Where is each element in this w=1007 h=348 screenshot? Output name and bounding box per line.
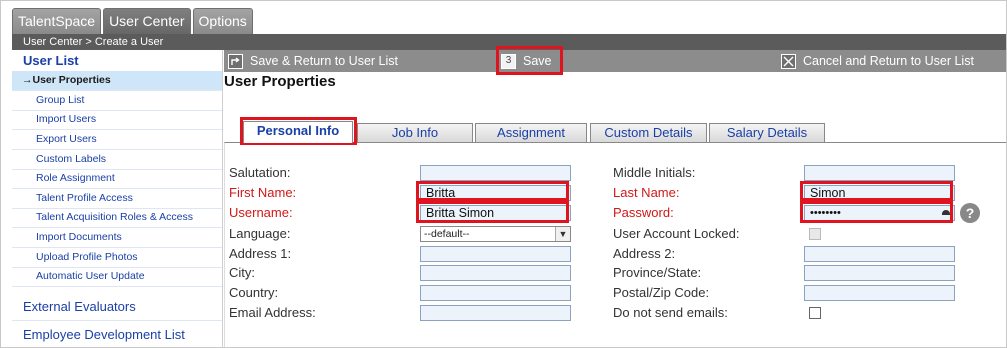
password-mask: •••••••• bbox=[810, 207, 841, 219]
sidebar-divider bbox=[12, 320, 222, 321]
language-label: Language: bbox=[229, 226, 291, 241]
save-label: Save bbox=[523, 53, 552, 68]
sidebar-item-import-documents[interactable]: Import Documents bbox=[12, 228, 222, 247]
action-toolbar: Save & Return to User List 3 Save Cancel… bbox=[224, 50, 1006, 72]
province-input[interactable] bbox=[804, 265, 955, 281]
account-locked-label: User Account Locked: bbox=[613, 226, 740, 241]
tab-salary-details[interactable]: Salary Details bbox=[709, 123, 825, 142]
no-emails-checkbox[interactable] bbox=[809, 307, 821, 319]
password-input[interactable]: •••••••• bbox=[804, 205, 955, 221]
email-label: Email Address: bbox=[229, 305, 316, 320]
city-label: City: bbox=[229, 265, 255, 280]
first-name-label: First Name: bbox=[229, 185, 297, 200]
tab-personal-info[interactable]: Personal Info bbox=[243, 121, 353, 143]
page-title: User Properties bbox=[224, 73, 336, 90]
address2-label: Address 2: bbox=[613, 246, 676, 261]
save-and-return-button[interactable]: Save & Return to User List bbox=[228, 50, 398, 72]
first-name-input[interactable] bbox=[420, 185, 571, 201]
username-label: Username: bbox=[229, 205, 293, 220]
password-label: Password: bbox=[613, 205, 674, 220]
username-input[interactable] bbox=[420, 205, 571, 221]
tab-assignment[interactable]: Assignment bbox=[475, 123, 587, 142]
breadcrumb: User Center > Create a User bbox=[12, 34, 1006, 50]
sidebar-item-group-list[interactable]: Group List bbox=[12, 91, 222, 110]
account-locked-checkbox[interactable] bbox=[809, 228, 821, 240]
language-select[interactable]: --default-- ▼ bbox=[420, 226, 571, 242]
address1-label: Address 1: bbox=[229, 246, 292, 261]
sidebar: User List →User Properties Group List Im… bbox=[12, 50, 223, 347]
sidebar-item-upload-profile-photos[interactable]: Upload Profile Photos bbox=[12, 248, 222, 267]
tab-options[interactable]: Options bbox=[192, 8, 253, 34]
last-name-label: Last Name: bbox=[613, 185, 680, 200]
sidebar-divider bbox=[12, 286, 222, 287]
save-button[interactable]: 3 Save bbox=[501, 50, 552, 72]
top-tab-bar: TalentSpace User Center Options bbox=[12, 8, 255, 35]
country-input[interactable] bbox=[420, 285, 571, 301]
salutation-label: Salutation: bbox=[229, 165, 291, 180]
postal-label: Postal/Zip Code: bbox=[613, 285, 710, 300]
sidebar-item-automatic-user-update[interactable]: Automatic User Update bbox=[12, 267, 222, 286]
salutation-input[interactable] bbox=[420, 165, 571, 181]
city-input[interactable] bbox=[420, 265, 571, 281]
province-label: Province/State: bbox=[613, 265, 702, 280]
sidebar-item-talent-profile-access[interactable]: Talent Profile Access bbox=[12, 189, 222, 208]
show-password-icon[interactable] bbox=[942, 210, 950, 215]
save-and-return-label: Save & Return to User List bbox=[250, 53, 398, 68]
cancel-and-return-label: Cancel and Return to User List bbox=[803, 53, 974, 68]
sidebar-title-user-list[interactable]: User List bbox=[23, 53, 79, 68]
middle-initials-label: Middle Initials: bbox=[613, 165, 696, 180]
tab-user-center[interactable]: User Center bbox=[103, 8, 191, 35]
sidebar-item-custom-labels[interactable]: Custom Labels bbox=[12, 150, 222, 169]
return-arrow-icon bbox=[228, 53, 243, 69]
help-icon[interactable]: ? bbox=[960, 203, 980, 223]
email-input[interactable] bbox=[420, 305, 571, 321]
tab-talentspace[interactable]: TalentSpace bbox=[12, 8, 102, 34]
address2-input[interactable] bbox=[804, 246, 955, 262]
app-window: TalentSpace User Center Options User Cen… bbox=[0, 0, 1007, 348]
cancel-and-return-button[interactable]: Cancel and Return to User List bbox=[781, 50, 974, 72]
sidebar-item-user-properties[interactable]: →User Properties bbox=[12, 71, 222, 90]
save-disk-icon: 3 bbox=[501, 53, 516, 69]
sidebar-section-external-evaluators[interactable]: External Evaluators bbox=[23, 299, 136, 314]
tab-custom-details[interactable]: Custom Details bbox=[590, 123, 707, 142]
tab-job-info[interactable]: Job Info bbox=[357, 123, 473, 142]
sidebar-item-export-users[interactable]: Export Users bbox=[12, 130, 222, 149]
sidebar-item-role-assignment[interactable]: Role Assignment bbox=[12, 169, 222, 188]
address1-input[interactable] bbox=[420, 246, 571, 262]
no-emails-label: Do not send emails: bbox=[613, 305, 728, 320]
close-x-icon bbox=[781, 53, 796, 69]
country-label: Country: bbox=[229, 285, 279, 300]
middle-initials-input[interactable] bbox=[804, 165, 955, 181]
language-select-value: --default-- bbox=[424, 228, 470, 240]
sidebar-item-import-users[interactable]: Import Users bbox=[12, 110, 222, 129]
last-name-input[interactable] bbox=[804, 185, 955, 201]
sidebar-section-employee-development[interactable]: Employee Development List bbox=[23, 327, 185, 342]
postal-input[interactable] bbox=[804, 285, 955, 301]
chevron-down-icon: ▼ bbox=[555, 227, 570, 241]
sidebar-item-talent-acquisition-roles[interactable]: Talent Acquisition Roles & Access bbox=[12, 208, 222, 227]
